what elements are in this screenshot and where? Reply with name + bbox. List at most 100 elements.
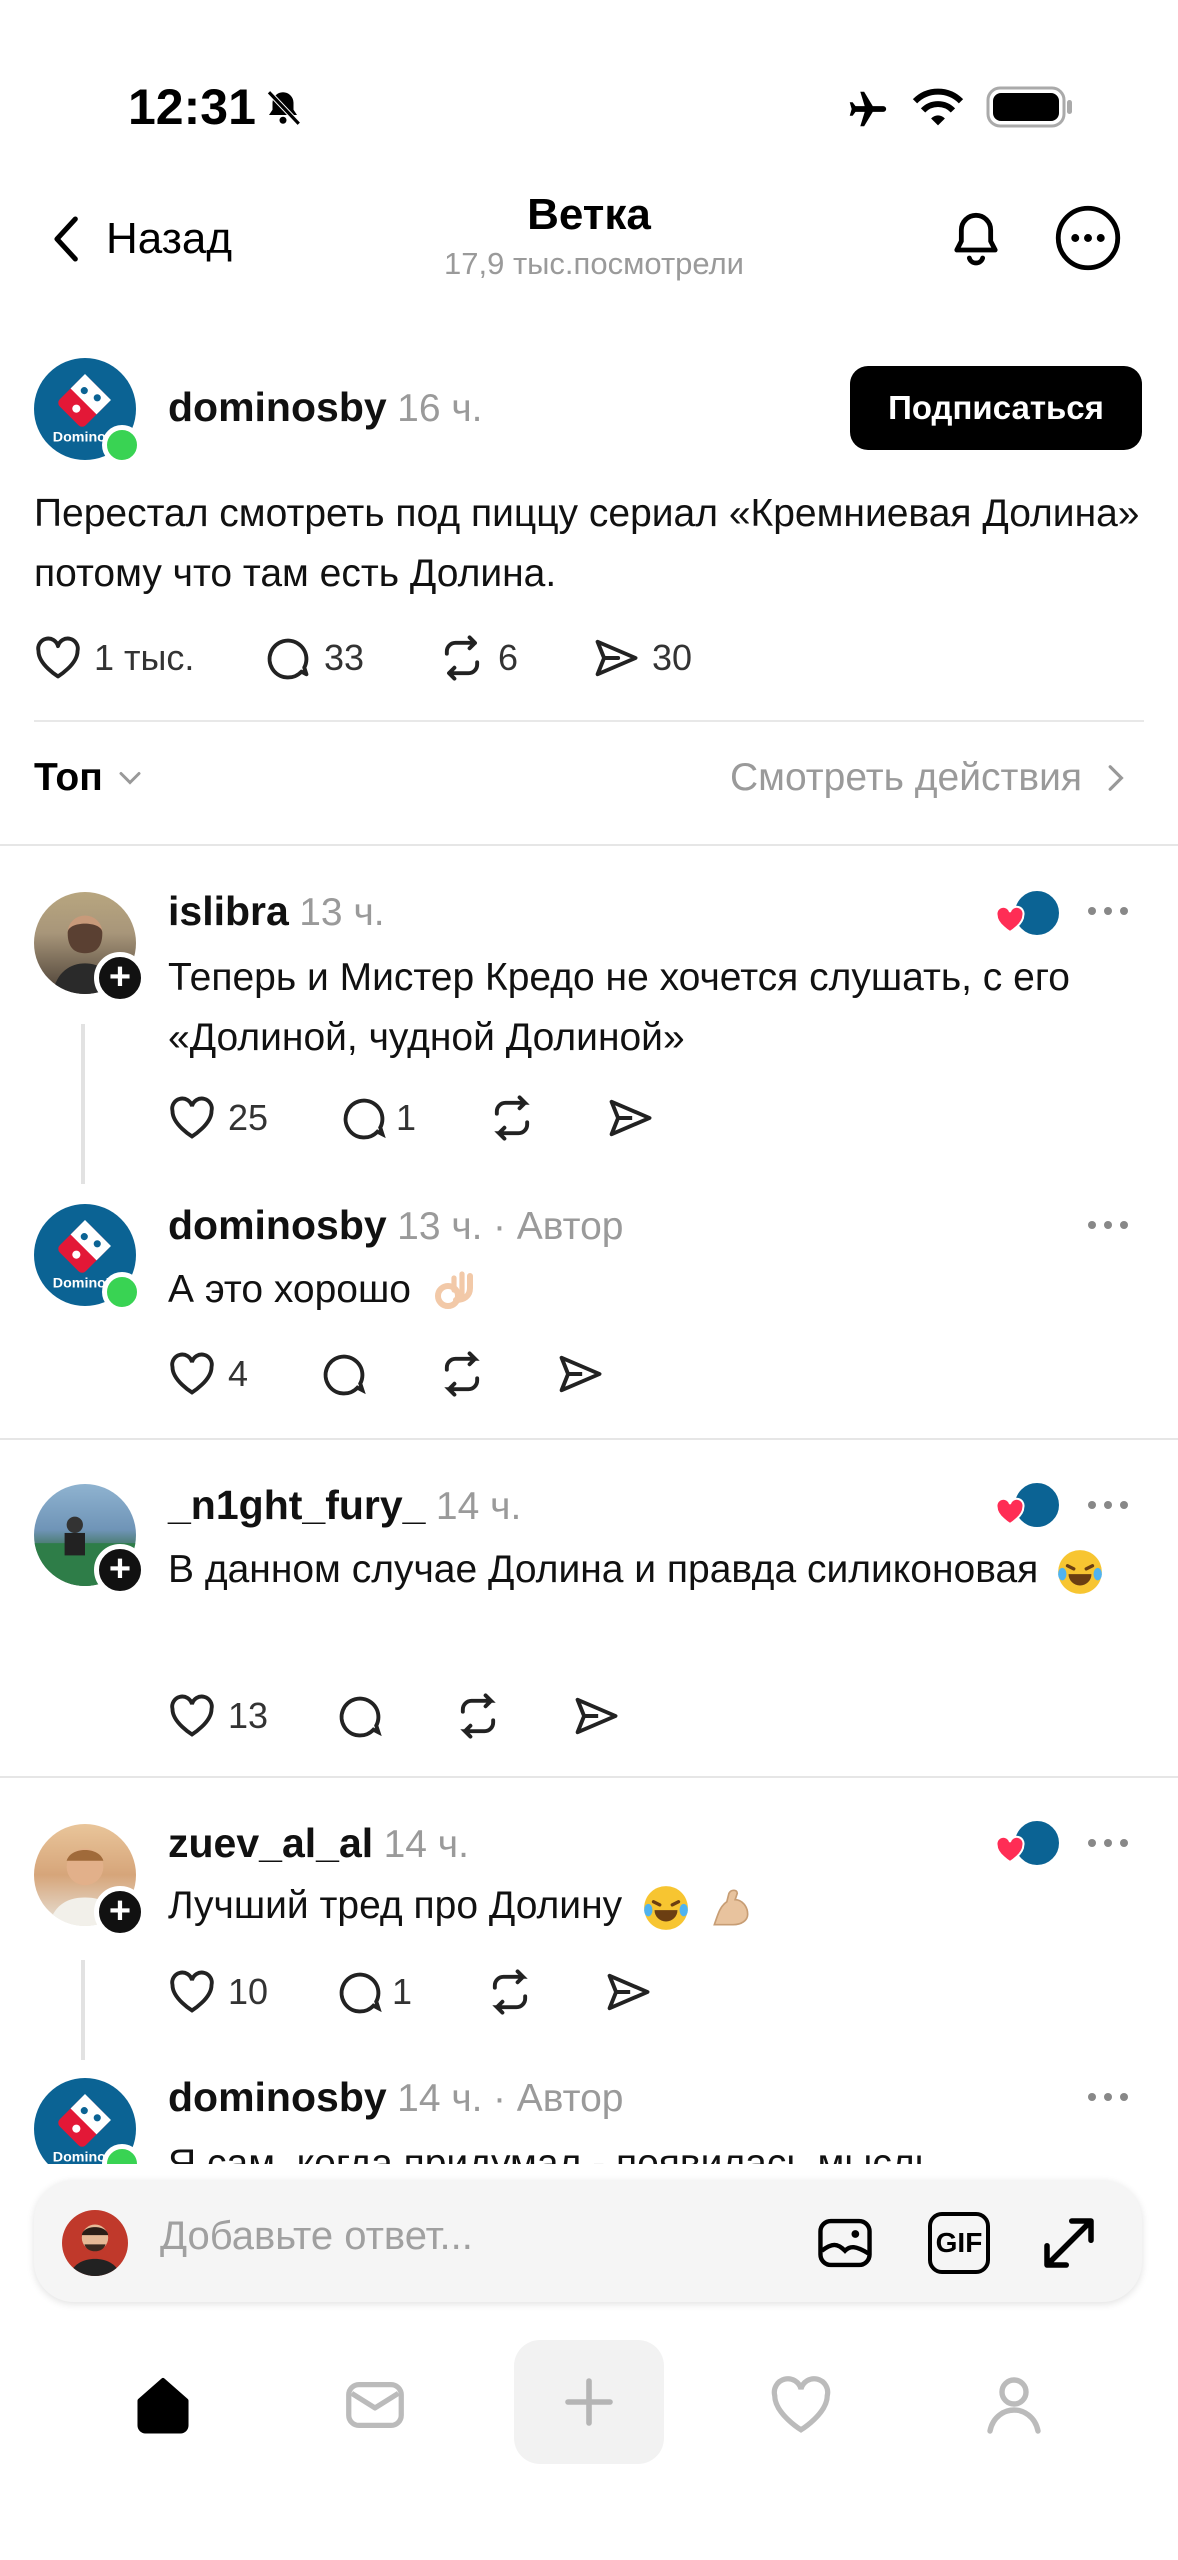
share-count: 30	[652, 637, 693, 678]
repost-icon[interactable]	[436, 1348, 488, 1400]
reply-time: 14 ч.	[397, 2077, 483, 2120]
gif-button[interactable]: GIF	[928, 2212, 990, 2274]
repost-icon	[436, 632, 488, 684]
home-icon[interactable]	[128, 2370, 198, 2440]
section-divider	[0, 1776, 1178, 1778]
comment-button[interactable]: 1	[338, 1092, 486, 1144]
reply-actions: 25 1	[166, 1092, 656, 1144]
reply-author-row: dominosby 13 ч. · Автор	[168, 1202, 623, 1249]
repost-count: 6	[498, 637, 519, 678]
more-icon[interactable]	[1054, 204, 1122, 272]
like-count: 10	[228, 1971, 269, 2012]
comment-count: 1	[396, 1097, 417, 1138]
online-indicator	[102, 425, 142, 465]
comment-button[interactable]: 1	[334, 1966, 484, 2018]
ok-hand-emoji-icon	[430, 1266, 478, 1318]
reply-text: Теперь и Мистер Кредо не хочется слушать…	[168, 956, 1070, 1059]
reply-actions: 10 1	[166, 1966, 654, 2018]
like-count: 25	[228, 1097, 269, 1138]
comment-icon[interactable]	[318, 1348, 370, 1400]
section-divider	[0, 1438, 1178, 1440]
repost-icon[interactable]	[486, 1092, 538, 1144]
post-time: 16 ч.	[397, 387, 483, 430]
sort-dropdown[interactable]: Топ	[34, 756, 145, 800]
inbox-icon[interactable]	[340, 2370, 410, 2440]
more-icon[interactable]	[1084, 1828, 1132, 1858]
follow-plus-badge[interactable]: +	[94, 952, 146, 1004]
reply-author-row: _n1ght_fury_ 14 ч.	[168, 1482, 521, 1529]
airplane-icon	[842, 86, 892, 132]
more-icon[interactable]	[1084, 1210, 1132, 1240]
username[interactable]: dominosby	[168, 384, 387, 430]
create-post-button[interactable]	[514, 2340, 664, 2464]
chevron-right-icon	[1102, 762, 1128, 794]
more-icon[interactable]	[1084, 1490, 1132, 1520]
like-button[interactable]: 13	[166, 1690, 334, 1742]
share-button[interactable]: 30	[590, 632, 692, 684]
bell-icon[interactable]	[944, 204, 1008, 272]
reply-time: 13 ч.	[299, 891, 385, 934]
heart-filled-icon	[994, 904, 1026, 936]
repost-icon[interactable]	[484, 1966, 536, 2018]
reply-author-row: dominosby 14 ч. · Автор	[168, 2074, 623, 2121]
heart-icon	[166, 1348, 218, 1400]
avatar[interactable]	[62, 2210, 128, 2276]
reply-text-row: А это хорошо	[168, 1260, 478, 1320]
section-divider	[0, 844, 1178, 846]
author-tag: · Автор	[492, 2077, 624, 2120]
author-liked-badge	[994, 1478, 1062, 1530]
heart-icon	[166, 1092, 218, 1144]
image-icon[interactable]	[814, 2212, 876, 2274]
status-time: 12:31	[128, 79, 256, 135]
send-icon	[590, 632, 642, 684]
username[interactable]: zuev_al_al	[168, 1820, 373, 1866]
heart-icon	[166, 1966, 218, 2018]
laughing-emoji-icon	[641, 1883, 691, 1933]
heart-filled-icon	[994, 1834, 1026, 1866]
send-icon[interactable]	[570, 1690, 622, 1742]
follow-plus-badge[interactable]: +	[94, 1886, 146, 1938]
thread-line	[81, 1960, 85, 2060]
repost-button[interactable]: 6	[436, 632, 518, 684]
wifi-icon	[910, 84, 966, 130]
like-button[interactable]: 25	[166, 1092, 338, 1144]
laughing-emoji-icon	[1055, 1547, 1105, 1597]
reply-text: А это хорошо	[168, 1268, 411, 1311]
follow-plus-badge[interactable]: +	[94, 1544, 146, 1596]
chevron-down-icon	[115, 763, 145, 793]
like-button[interactable]: 1 тыс.	[32, 632, 194, 684]
send-icon[interactable]	[554, 1348, 606, 1400]
comment-icon[interactable]	[334, 1690, 386, 1742]
reply-actions: 13	[166, 1690, 622, 1742]
comment-button[interactable]: 33	[262, 632, 364, 684]
like-button[interactable]: 10	[166, 1966, 334, 2018]
send-icon[interactable]	[602, 1966, 654, 2018]
post-divider	[34, 720, 1144, 722]
more-icon[interactable]	[1084, 2082, 1132, 2112]
username[interactable]: islibra	[168, 888, 289, 934]
like-button[interactable]: 4	[166, 1348, 318, 1400]
profile-icon[interactable]	[978, 2368, 1050, 2440]
repost-icon[interactable]	[452, 1690, 504, 1742]
follow-button[interactable]: Подписаться	[850, 366, 1142, 450]
send-icon[interactable]	[604, 1092, 656, 1144]
reply-time: 14 ч.	[435, 1485, 522, 1528]
reply-input[interactable]: Добавьте ответ...	[160, 2214, 473, 2259]
username[interactable]: _n1ght_fury_	[168, 1482, 425, 1528]
comment-icon	[334, 1966, 386, 2018]
username[interactable]: dominosby	[168, 1202, 387, 1248]
expand-icon[interactable]	[1036, 2210, 1102, 2276]
reply-time: 13 ч.	[397, 1205, 483, 1248]
author-liked-badge	[994, 886, 1062, 938]
view-activity-link[interactable]: Смотреть действия	[730, 756, 1128, 800]
comment-count: 1	[392, 1971, 413, 2012]
heart-icon	[32, 632, 84, 684]
more-icon[interactable]	[1084, 896, 1132, 926]
thread-line	[81, 1024, 85, 1184]
reply-actions: 4	[166, 1348, 606, 1400]
plus-icon	[561, 2374, 617, 2430]
activity-label: Смотреть действия	[730, 756, 1082, 799]
comment-icon	[262, 632, 314, 684]
activity-heart-icon[interactable]	[766, 2370, 836, 2440]
username[interactable]: dominosby	[168, 2074, 387, 2120]
